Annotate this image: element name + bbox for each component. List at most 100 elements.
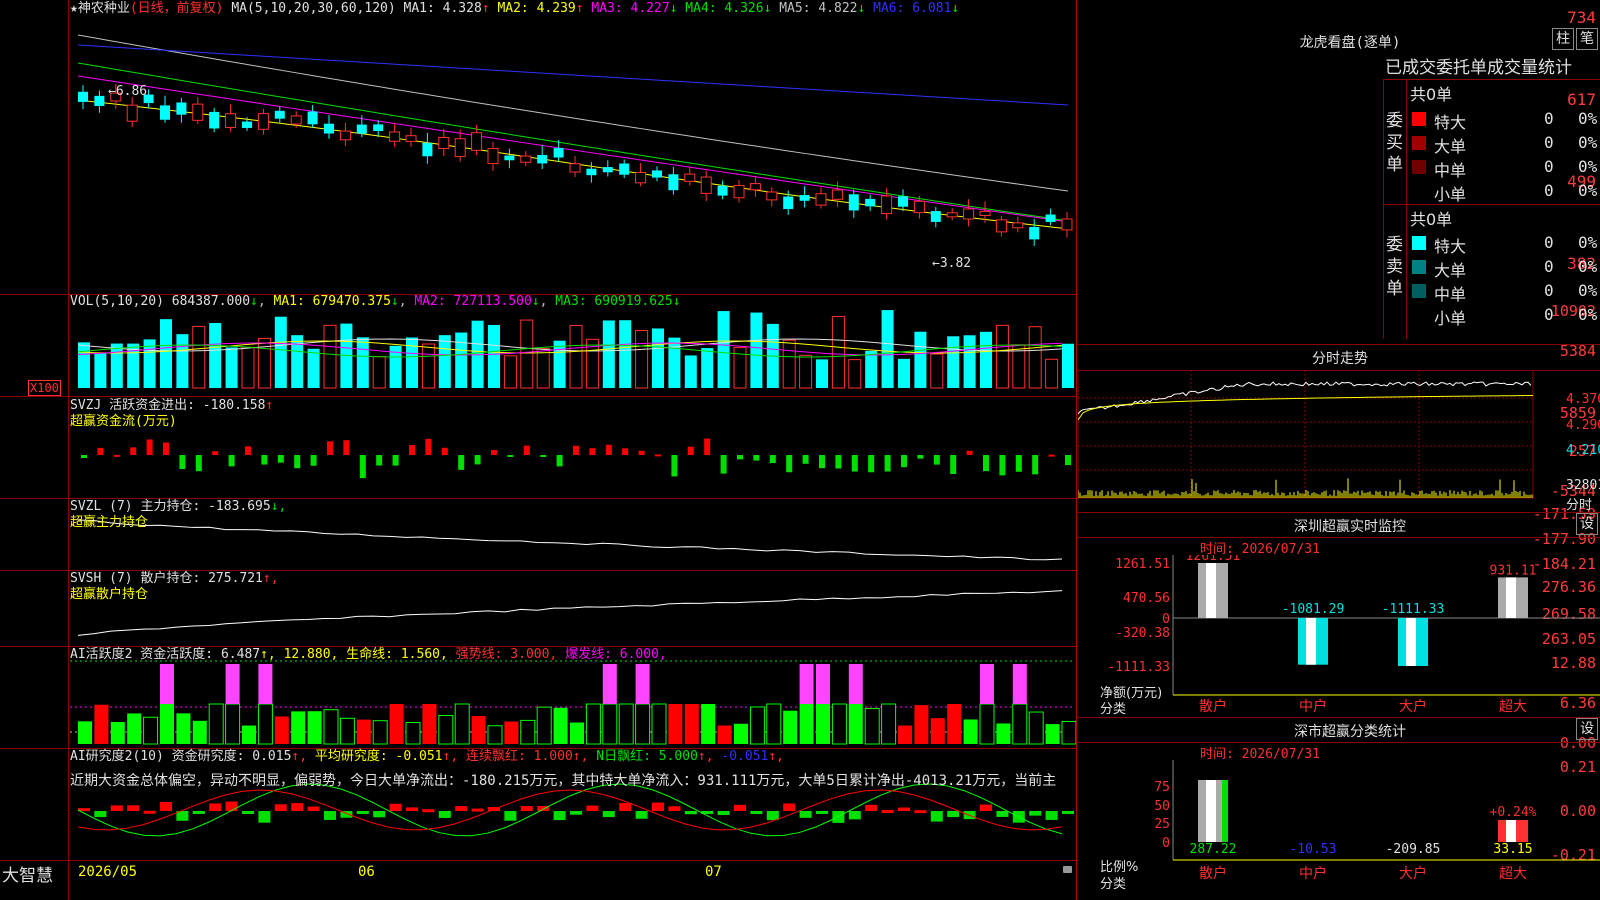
period-label[interactable]: (日线，前复权) — [130, 1, 224, 16]
xaxis-date-1: 2026/05 — [78, 864, 138, 880]
candle-body — [865, 198, 876, 207]
activity-bar — [881, 703, 897, 745]
activity-bar — [504, 721, 519, 744]
ai-summary-text: 近期大资金总体偏空，异动不明显，偏弱势，今日大单净流出：-180.215万元，其… — [70, 773, 1057, 789]
volume-bar — [717, 311, 730, 388]
fl-bar-highlight — [1206, 780, 1216, 842]
activity-bar-peak — [816, 664, 830, 704]
svzl-arrow: ↓, — [270, 499, 287, 514]
buy-row-1: 大单 0 0% — [1408, 130, 1600, 156]
volume-bar — [635, 329, 649, 389]
sz-axis-tick: -320.38 — [1115, 626, 1170, 641]
ma-value-5: MA5: 4.822 — [771, 1, 858, 16]
fl-value: -209.85 — [1386, 842, 1441, 857]
fs-label: 分时 — [1566, 498, 1593, 513]
ma-value-6: MA6: 6.081 — [865, 1, 952, 16]
activity-bar — [127, 713, 142, 744]
sz-category: 散户 — [1199, 698, 1227, 715]
order-count: 0 — [1544, 181, 1554, 200]
volume-bar — [782, 339, 796, 389]
candle-body — [995, 219, 1007, 233]
research-bar — [291, 803, 304, 811]
ai1-a1: ↑, 12.880, 生命线: 1.560, — [260, 647, 448, 662]
candle-body — [898, 196, 908, 207]
activity-bar — [1061, 720, 1077, 745]
research-bar — [799, 811, 812, 818]
sz-axis-tick: 470.56 — [1123, 591, 1170, 606]
activity-bar — [1028, 711, 1044, 745]
sz-bar-highlight — [1206, 563, 1216, 618]
candle-body — [454, 138, 466, 158]
color-swatch — [1412, 284, 1426, 298]
order-pct: 0% — [1578, 181, 1598, 200]
flow-bar — [310, 455, 317, 466]
ma-arrow-2: ↑ — [575, 1, 584, 16]
activity-bar — [257, 703, 273, 745]
stat-title: 已成交委托单成交量统计 — [1385, 58, 1572, 78]
activity-bar-peak — [635, 664, 650, 704]
activity-bar — [454, 703, 470, 745]
flow-bar — [917, 455, 924, 459]
research-bar — [734, 804, 746, 811]
flow-bar — [179, 455, 186, 470]
intraday-chart[interactable] — [1078, 370, 1600, 510]
vol-ma3-arrow: ↓ — [672, 294, 681, 309]
candle-body — [635, 171, 647, 184]
sz-category: 中户 — [1299, 698, 1327, 715]
ai2-label: AI研究度2(10) 资金研究度: 0.015 — [70, 749, 292, 764]
fl-category: 超大 — [1499, 866, 1527, 882]
activity-bar — [389, 704, 404, 744]
flow-bar — [523, 445, 530, 455]
color-swatch — [1412, 260, 1426, 274]
activity-bar — [848, 704, 863, 744]
flow-bar — [704, 438, 711, 455]
order-pct: 0% — [1578, 133, 1598, 152]
stock-name[interactable]: ★神农种业 — [70, 1, 130, 16]
flow-bar — [294, 455, 301, 469]
tab-bar-chart[interactable]: 柱 — [1552, 28, 1574, 50]
activity-bar — [668, 704, 683, 744]
volume-bar — [865, 350, 878, 388]
flow-bar — [671, 455, 678, 477]
svsh-label: SVSH (7) 散户持仓: 275.721 — [70, 571, 263, 586]
activity-bar-peak — [160, 664, 174, 704]
tab-tick-list[interactable]: 笔 — [1576, 28, 1598, 50]
ai2-a4: N日飘红: 5.000 — [596, 749, 698, 764]
kline-chart[interactable] — [0, 0, 1078, 900]
lock-icon[interactable] — [1063, 866, 1072, 873]
volume-bar — [257, 337, 271, 389]
candle-body — [749, 183, 761, 191]
volume-bar — [225, 347, 238, 388]
fl-category: 中户 — [1299, 865, 1327, 882]
sz-bar-2 — [1398, 618, 1428, 666]
sz-bar-highlight — [1406, 618, 1416, 666]
fl-axis-tick: 75 — [1154, 780, 1170, 795]
research-bar — [406, 807, 418, 811]
flow-bar — [1065, 455, 1071, 466]
fl-settings-button[interactable]: 设 — [1576, 718, 1598, 740]
research-bar — [209, 803, 222, 811]
candle-body — [930, 211, 941, 222]
ai-research-header: AI研究度2(10) 资金研究度: 0.015↑, 平均研究度: -0.051↑… — [70, 749, 784, 765]
candle-body — [356, 124, 367, 134]
order-count: 0 — [1544, 133, 1554, 152]
sz-bar-0 — [1198, 563, 1228, 618]
candle-body — [684, 173, 696, 182]
sz-settings-button[interactable]: 设 — [1576, 513, 1598, 535]
candle-body — [946, 212, 958, 218]
volume-bar — [619, 320, 632, 388]
volume-bar — [701, 348, 714, 388]
lhb-title: 龙虎看盘(逐单) — [1299, 35, 1401, 51]
candle-body — [160, 105, 170, 120]
app-logo[interactable]: 大智慧 — [2, 861, 53, 886]
candle-body — [619, 163, 630, 175]
sz-category: 大户 — [1399, 698, 1427, 715]
volume-bar — [684, 355, 697, 388]
activity-bar — [635, 703, 651, 745]
vol-unit-button[interactable]: X100 — [28, 380, 61, 396]
activity-bar — [438, 715, 454, 745]
buy-row-0: 特大 0 0% — [1408, 106, 1600, 132]
volume-bar — [930, 353, 944, 389]
activity-bar — [783, 710, 798, 744]
candle-body — [487, 148, 499, 165]
